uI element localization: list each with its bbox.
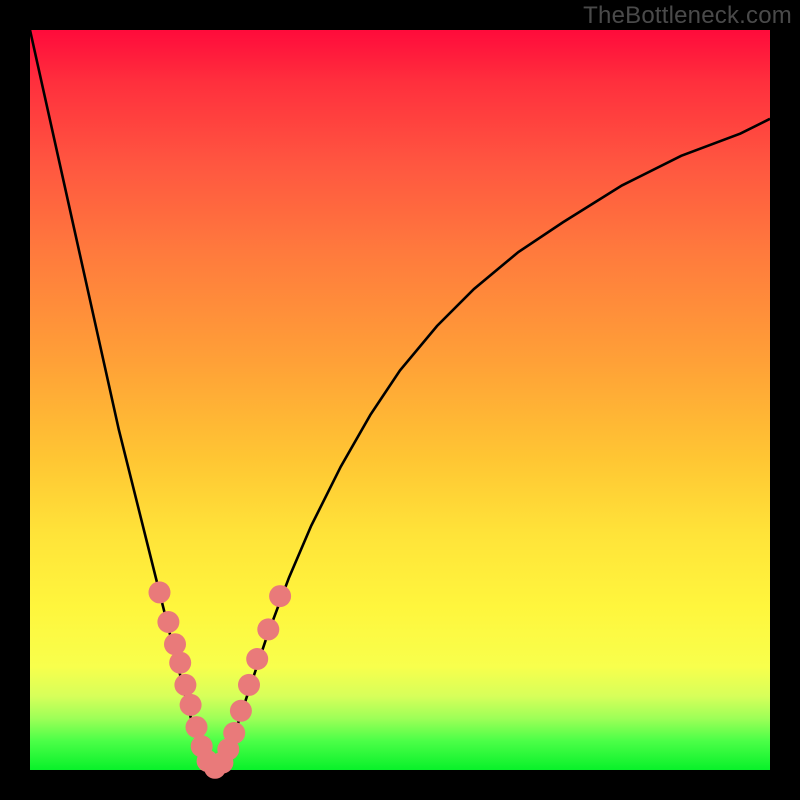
marker-point [157,611,179,633]
marker-point [169,652,191,674]
marker-point [180,694,202,716]
marker-point [269,585,291,607]
marker-point [174,674,196,696]
curve-svg [30,30,770,770]
bottleneck-curve [30,30,770,770]
marker-point [238,674,260,696]
marker-group [149,581,292,778]
plot-area [30,30,770,770]
watermark-text: TheBottleneck.com [583,2,792,30]
marker-point [149,581,171,603]
marker-point [257,618,279,640]
marker-point [164,633,186,655]
marker-point [186,716,208,738]
marker-point [246,648,268,670]
marker-point [223,722,245,744]
marker-point [230,700,252,722]
chart-frame: TheBottleneck.com [0,0,800,800]
